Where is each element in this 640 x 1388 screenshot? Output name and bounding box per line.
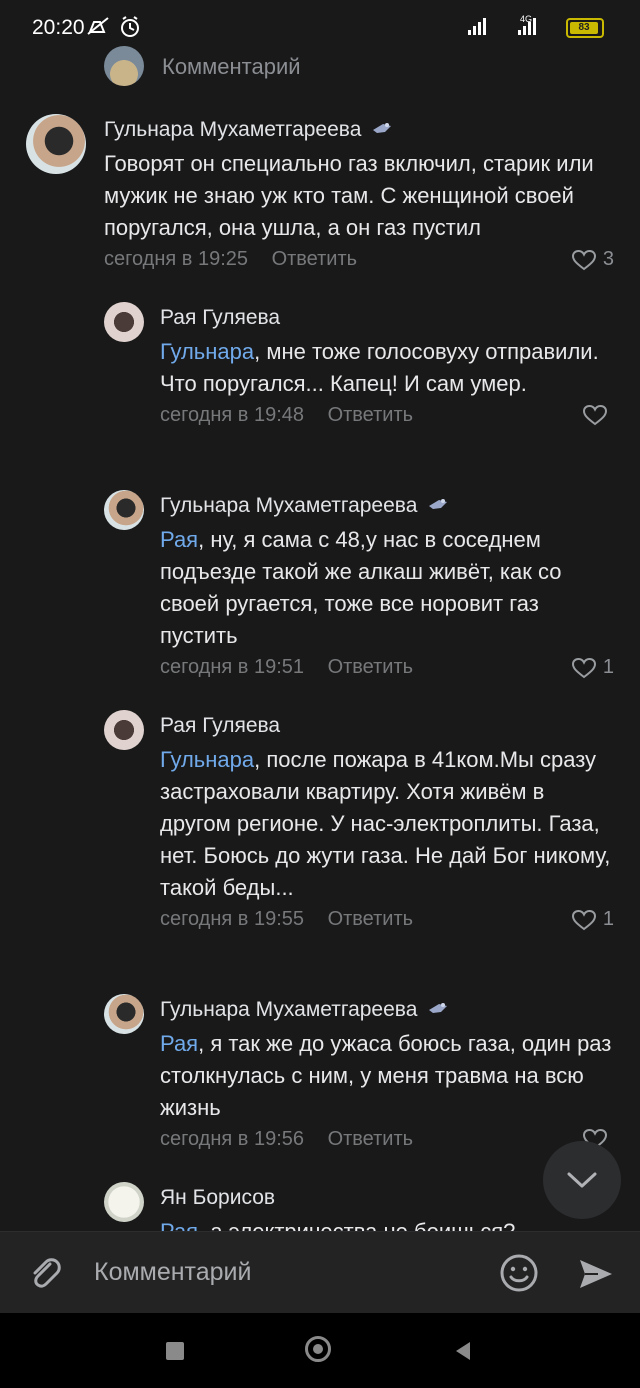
comment-input[interactable]: Комментарий [94,1258,251,1287]
comment-meta: сегодня в 19:25 Ответить 3 [104,248,614,271]
mention-link[interactable]: Гульнара [160,747,254,772]
comment-author[interactable]: Рая Гуляева [160,306,614,330]
heart-icon [571,909,596,930]
network-label: 4G [520,14,533,24]
comment-composer: Комментарий [0,1231,640,1314]
comment-5: Гульнара Мухаметгареева Рая, я так же до… [160,998,614,1151]
comment-author[interactable]: Рая Гуляева [160,714,614,738]
heart-icon [571,657,596,679]
comment-text: Рая, я так же до ужаса боюсь газа, один … [160,1028,614,1124]
avatar[interactable] [104,710,144,750]
author-name: Гульнара Мухаметгареева [160,494,418,517]
comment-1: Гульнара Мухаметгареева Говорят он специ… [104,118,614,271]
author-name: Рая Гуляева [160,714,281,737]
like-count: 1 [602,908,614,930]
comment-text: Гульнара, после пожара в 41ком.Мы сразу … [160,744,614,904]
comment-meta: сегодня в 19:48 Ответить [160,404,614,427]
mention-link[interactable]: Рая [160,1031,198,1056]
like-button[interactable] [582,404,614,426]
comment-text: Говорят он специально газ включил, стари… [104,151,594,241]
scroll-down-button[interactable] [543,1141,621,1219]
comment-body: , а электричества не боишься? [198,1219,515,1231]
reply-button[interactable]: Ответить [328,1128,414,1150]
author-name: Гульнара Мухаметгареева [104,118,362,141]
reply-button[interactable]: Ответить [328,908,414,930]
comment-meta: сегодня в 19:55 Ответить 1 [160,908,614,931]
chevron-down-icon [567,1172,597,1188]
comment-time: сегодня в 19:55 [160,908,304,930]
author-name: Гульнара Мухаметгареева [160,998,418,1021]
current-user-avatar [104,46,144,86]
heart-icon [582,404,608,426]
verified-icon [371,118,393,142]
signal-icon [468,14,554,41]
comment-3: Гульнара Мухаметгареева Рая, ну, я сама … [160,494,614,679]
like-button[interactable]: 1 [571,908,614,931]
comment-author[interactable]: Гульнара Мухаметгареева [160,998,614,1022]
heart-icon [571,249,596,271]
reply-button[interactable]: Ответить [272,248,358,270]
avatar[interactable] [104,1182,144,1222]
mention-link[interactable]: Рая [160,527,198,552]
comment-author[interactable]: Гульнара Мухаметгареева [104,118,614,142]
like-count: 1 [602,656,614,679]
system-nav-bar [0,1313,640,1388]
verified-icon [427,998,449,1022]
status-time: 20:20 [32,16,85,39]
comment-text: Гульнара, мне тоже голосовуху отправили.… [160,336,614,400]
reply-button[interactable]: Ответить [328,656,414,678]
comment-time: сегодня в 19:56 [160,1128,304,1151]
status-bar: 20:20 4G 83 [0,0,640,56]
comment-2: Рая Гуляева Гульнара, мне тоже голосовух… [160,306,614,427]
comment-meta: сегодня в 19:51 Ответить 1 [160,656,614,679]
battery-icon: 83 [566,18,604,38]
comment-time: сегодня в 19:48 [160,404,304,426]
back-button[interactable] [452,1340,474,1367]
recent-apps-button[interactable] [166,1342,184,1360]
avatar[interactable] [104,490,144,530]
comment-body: , ну, я сама с 48,у нас в соседнем подъе… [160,527,562,649]
comment-text: Рая, ну, я сама с 48,у нас в соседнем по… [160,524,614,652]
emoji-icon[interactable] [498,1252,540,1299]
battery-level: 83 [570,22,598,34]
home-button[interactable] [305,1336,331,1362]
avatar[interactable] [104,302,144,342]
avatar[interactable] [26,114,86,174]
author-name: Рая Гуляева [160,306,281,329]
comment-4: Рая Гуляева Гульнара, после пожара в 41к… [160,714,614,931]
reply-button[interactable]: Ответить [328,404,414,426]
mention-link[interactable]: Гульнара [160,339,254,364]
comment-body: , я так же до ужаса боюсь газа, один раз… [160,1031,612,1121]
comment-time: сегодня в 19:51 [160,656,304,679]
like-count: 3 [602,248,614,271]
comment-author[interactable]: Гульнара Мухаметгареева [160,494,614,518]
mention-link[interactable]: Рая [160,1219,198,1231]
top-comment-placeholder: Комментарий [162,54,301,79]
verified-icon [427,494,449,518]
author-name: Ян Борисов [160,1186,276,1209]
comment-time: сегодня в 19:25 [104,248,248,271]
like-button[interactable]: 1 [571,656,614,679]
send-icon[interactable] [576,1254,616,1299]
status-icons-left [86,14,148,45]
attach-icon[interactable] [26,1254,64,1297]
like-button[interactable]: 3 [571,248,614,271]
avatar[interactable] [104,994,144,1034]
